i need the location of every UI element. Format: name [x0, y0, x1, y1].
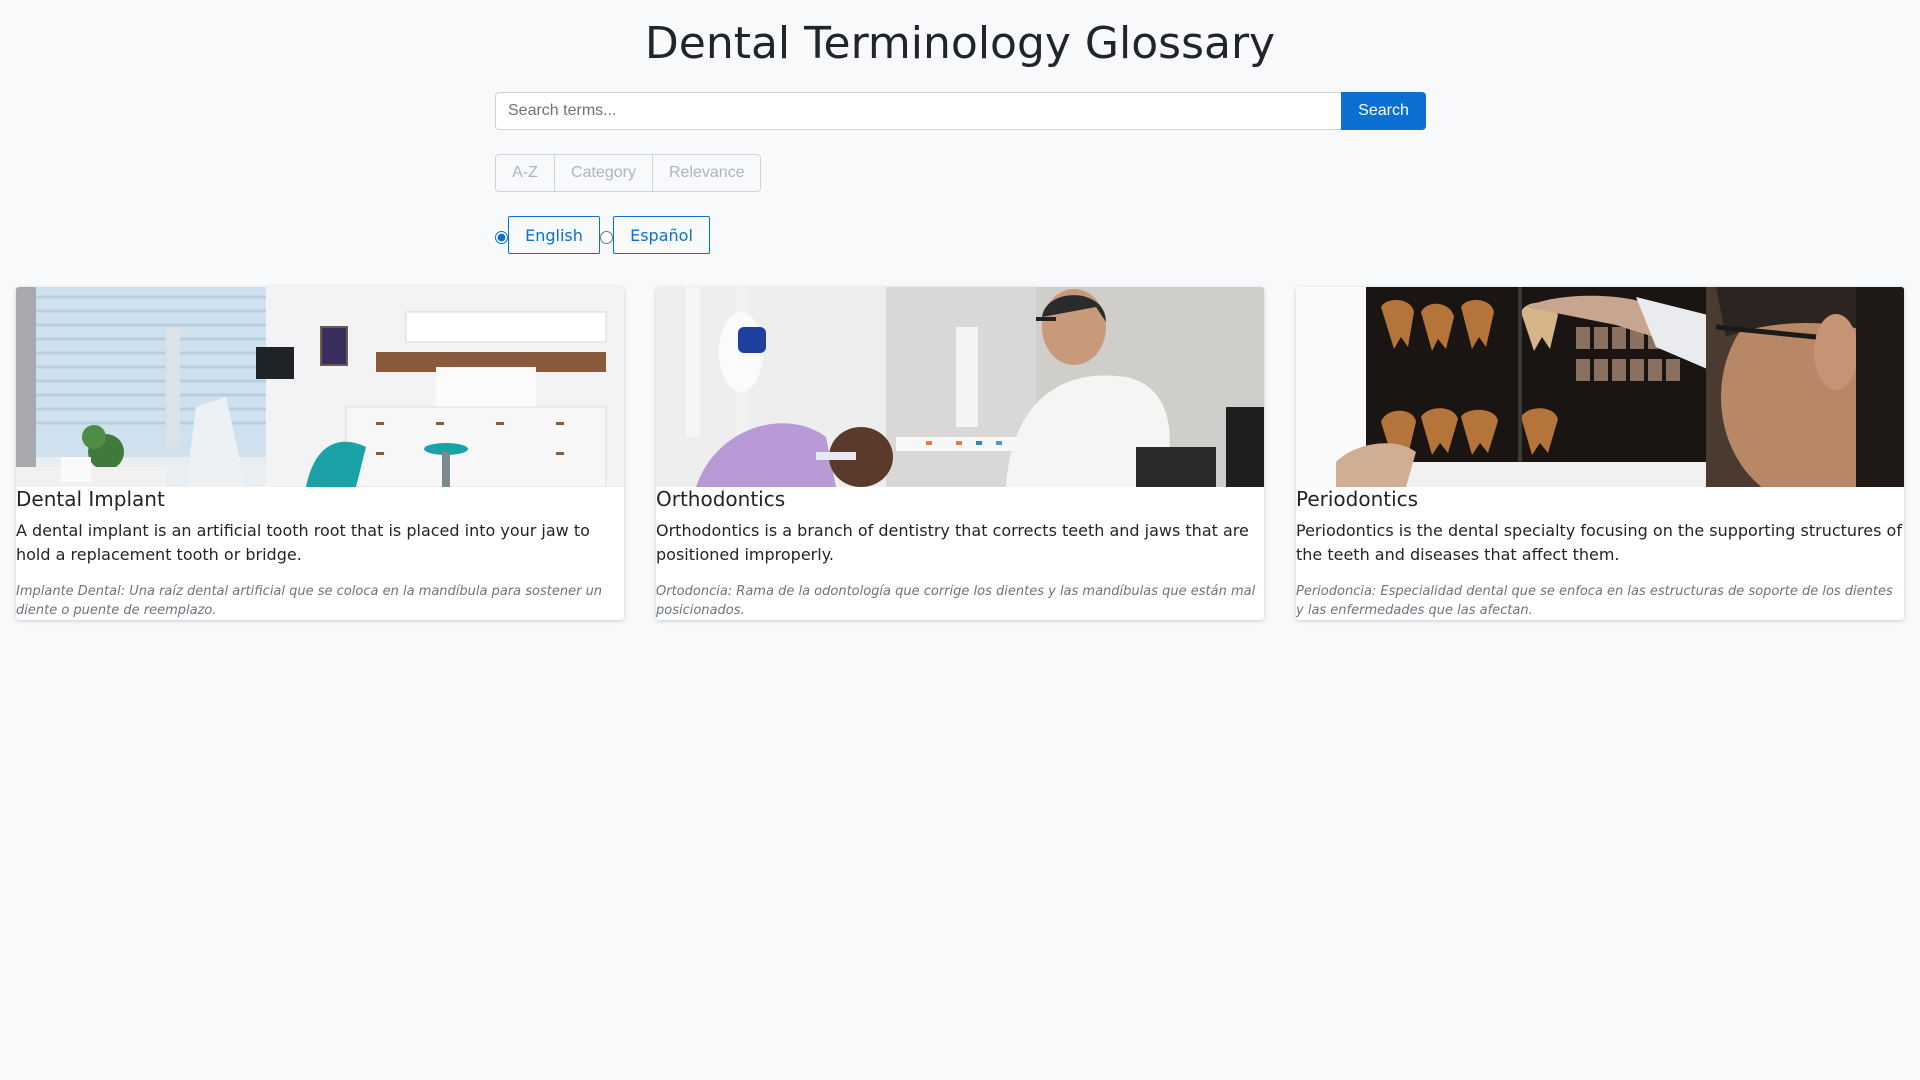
dental-xray-review-photo — [1296, 287, 1904, 487]
language-radio-english[interactable] — [495, 230, 508, 244]
language-option-spanish[interactable]: Español — [613, 216, 710, 254]
sort-relevance-button[interactable]: Relevance — [652, 154, 761, 192]
language-option-english[interactable]: English — [508, 216, 600, 254]
term-description: A dental implant is an artificial tooth … — [16, 521, 590, 564]
glossary-page: Dental Terminology Glossary Search A-Z C… — [0, 0, 1920, 1080]
term-description: Periodontics is the dental specialty foc… — [1296, 521, 1902, 564]
language-toggle: English Español — [495, 216, 710, 254]
term-description: Orthodontics is a branch of dentistry th… — [656, 521, 1249, 564]
term-card-list: Dental Implant A dental implant is an ar… — [16, 287, 1904, 620]
term-spanish-translation: Periodoncia: Especialidad dental que se … — [1296, 584, 1893, 618]
term-title: Periodontics — [1296, 487, 1419, 511]
term-card: Orthodontics Orthodontics is a branch of… — [656, 287, 1264, 620]
search-input[interactable] — [495, 92, 1341, 130]
sort-options: A-Z Category Relevance — [495, 154, 761, 192]
term-spanish-translation: Ortodoncia: Rama de la odontología que c… — [656, 584, 1256, 618]
dentist-with-patient-photo — [656, 287, 1264, 487]
dental-clinic-room-photo — [16, 287, 624, 487]
term-card: Periodontics Periodontics is the dental … — [1296, 287, 1904, 620]
search-bar: Search — [495, 92, 1426, 130]
language-radio-spanish[interactable] — [600, 230, 613, 244]
term-title: Dental Implant — [16, 487, 165, 511]
sort-az-button[interactable]: A-Z — [495, 154, 555, 192]
sort-category-button[interactable]: Category — [554, 154, 653, 192]
search-button[interactable]: Search — [1341, 92, 1426, 130]
term-spanish-translation: Implante Dental: Una raíz dental artific… — [16, 584, 603, 618]
page-title: Dental Terminology Glossary — [644, 18, 1276, 69]
term-card: Dental Implant A dental implant is an ar… — [16, 287, 624, 620]
term-title: Orthodontics — [656, 487, 786, 511]
